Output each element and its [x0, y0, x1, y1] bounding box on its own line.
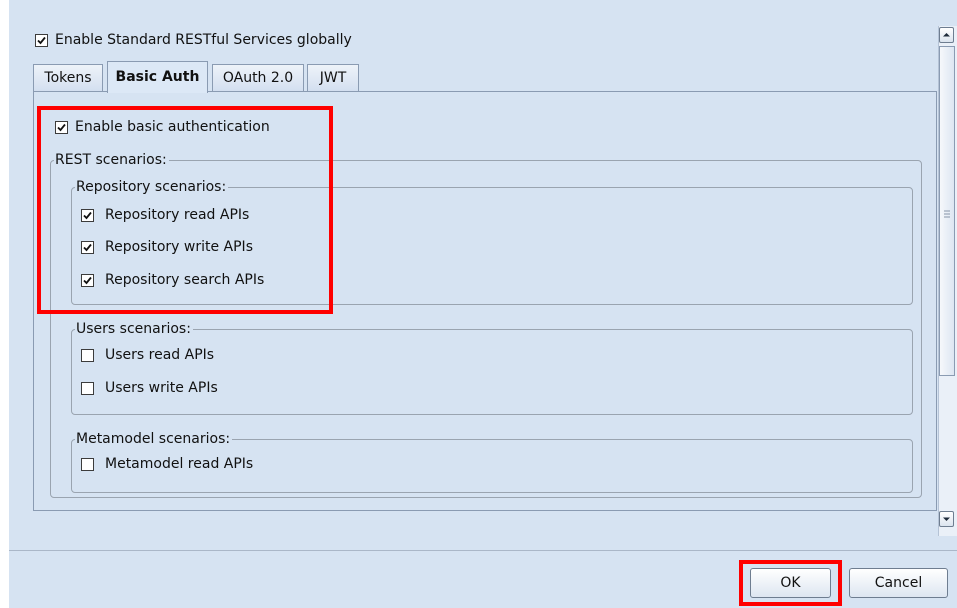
grip-icon — [944, 210, 950, 218]
scrollbar-thumb[interactable] — [939, 46, 955, 376]
enable-restful-global-checkbox[interactable] — [35, 34, 48, 47]
users-read-checkbox[interactable] — [81, 349, 94, 362]
highlight-ok-box — [739, 560, 842, 606]
chevron-down-icon — [943, 517, 950, 521]
users-scenarios-group: Users scenarios: Users read APIs Users w… — [71, 321, 913, 415]
footer-separator — [9, 550, 957, 551]
metamodel-scenarios-group: Metamodel scenarios: Metamodel read APIs — [71, 431, 913, 493]
tab-oauth2[interactable]: OAuth 2.0 — [212, 64, 304, 91]
checkmark-icon — [37, 36, 46, 45]
tab-basic-auth[interactable]: Basic Auth — [107, 61, 208, 93]
metamodel-read-checkbox[interactable] — [81, 458, 94, 471]
users-write-label: Users write APIs — [105, 380, 218, 396]
metamodel-read-label: Metamodel read APIs — [105, 456, 254, 472]
dialog: Enable Standard RESTful Services globall… — [9, 0, 957, 608]
scroll-down-button[interactable] — [939, 511, 954, 527]
tab-tokens[interactable]: Tokens — [33, 64, 103, 91]
highlight-basic-auth-box — [37, 106, 333, 314]
metamodel-scenarios-title: Metamodel scenarios: — [75, 431, 233, 447]
chevron-up-icon — [943, 33, 950, 37]
enable-restful-global-label: Enable Standard RESTful Services globall… — [55, 32, 352, 48]
users-read-label: Users read APIs — [105, 347, 215, 363]
cancel-button[interactable]: Cancel — [849, 568, 948, 598]
users-write-checkbox[interactable] — [81, 382, 94, 395]
users-scenarios-title: Users scenarios: — [75, 321, 193, 337]
scroll-up-button[interactable] — [939, 27, 954, 43]
tab-jwt[interactable]: JWT — [307, 64, 359, 91]
